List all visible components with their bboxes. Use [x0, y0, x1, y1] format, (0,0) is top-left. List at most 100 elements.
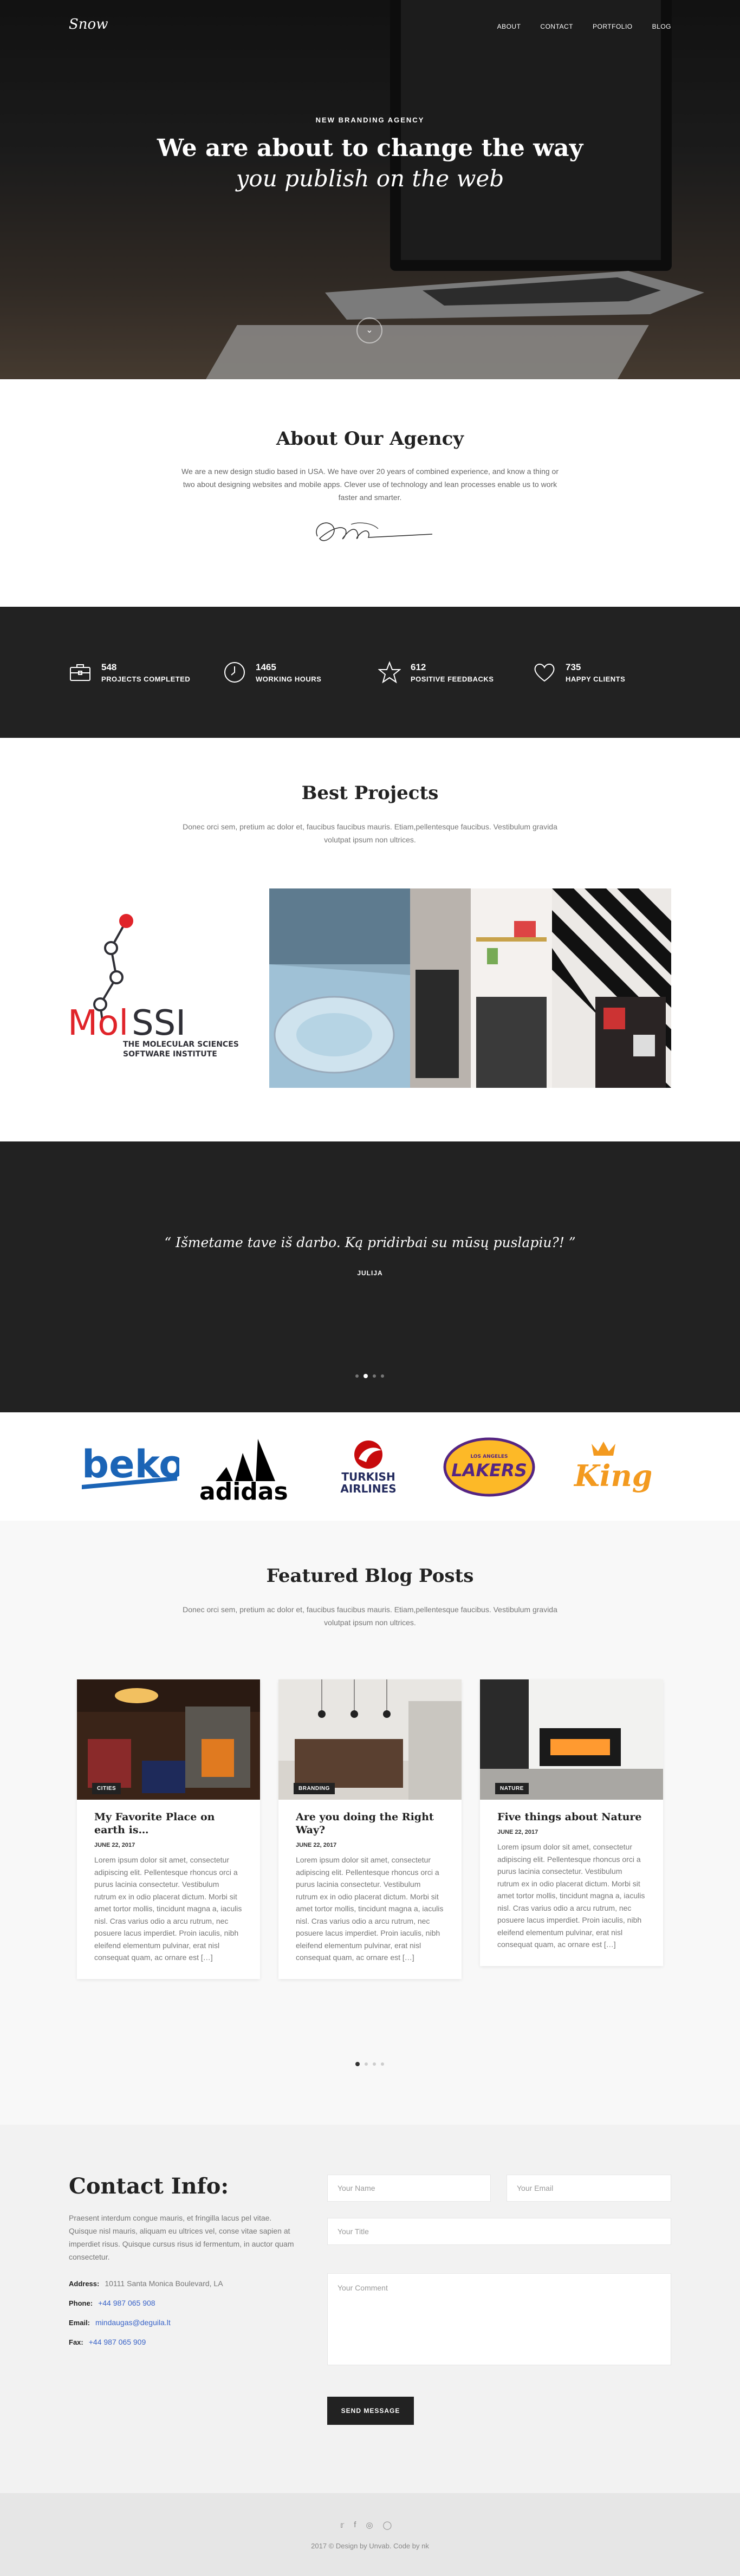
king-wordmark: King — [573, 1458, 651, 1493]
lakers-top-text: LOS ANGELES — [470, 1454, 508, 1459]
blog-pagination — [355, 2062, 384, 2066]
title-input[interactable] — [327, 2218, 671, 2245]
testimonial-quote-text: Išmetame tave iš darbo. Ką pridirbai su … — [176, 1235, 564, 1250]
blog-card-excerpt: Lorem ipsum dolor sit amet, consectetur … — [497, 1842, 645, 1949]
project-interior-photo[interactable] — [471, 888, 671, 1088]
blog-title: Featured Blog Posts — [266, 1565, 474, 1587]
blog-card-title[interactable]: Five things about Nature — [480, 1800, 663, 1824]
email-input[interactable] — [507, 2175, 671, 2202]
adidas-logo[interactable]: adidas — [199, 1431, 300, 1501]
pagination-dot[interactable] — [373, 1374, 376, 1378]
contact-address: Address: 10111 Santa Monica Boulevard, LA — [69, 2279, 223, 2288]
pagination-dot[interactable] — [373, 2062, 376, 2066]
stat-clients: 735 HAPPY CLIENTS — [533, 661, 625, 684]
blog-section: Featured Blog Posts Donec orci sem, pret… — [0, 1521, 740, 2125]
molssi-line2: SOFTWARE INSTITUTE — [123, 1050, 217, 1059]
king-logo[interactable]: King — [570, 1437, 651, 1497]
hero-section: Snow ABOUT CONTACT PORTFOLIO BLOG NEW BR… — [0, 0, 740, 379]
pagination-dot[interactable] — [381, 2062, 384, 2066]
blog-card-date: JUNE 22, 2017 — [296, 1842, 337, 1848]
blog-card-tag[interactable]: BRANDING — [294, 1783, 335, 1794]
blog-card[interactable]: NATURE Five things about Nature JUNE 22,… — [480, 1679, 663, 1966]
blog-card-date: JUNE 22, 2017 — [497, 1829, 538, 1835]
stat-value: 548 — [101, 661, 117, 672]
testimonial-quote: “ Išmetame tave iš darbo. Ką pridirbai s… — [164, 1235, 576, 1250]
blog-card-title[interactable]: Are you doing the Right Way? — [278, 1800, 462, 1837]
instagram-icon[interactable]: ◯ — [383, 2520, 392, 2530]
contact-title: Contact Info: — [69, 2173, 229, 2199]
molssi-brand-left: Mol — [69, 1003, 128, 1043]
turkish-airlines-logo[interactable]: TURKISH AIRLINES — [330, 1435, 406, 1495]
site-logo[interactable]: Snow — [69, 16, 108, 33]
testimonial-author: JULIJA — [357, 1269, 383, 1277]
pagination-dot-active[interactable] — [363, 1374, 368, 1378]
clients-section: beko adidas TURKISH AIRLINES LOS ANGELES… — [0, 1412, 740, 1521]
blog-card-tag[interactable]: CITIES — [92, 1783, 121, 1794]
blog-text: Donec orci sem, pretium ac dolor et, fau… — [183, 1605, 557, 1627]
hero-kicker: NEW BRANDING AGENCY — [315, 116, 425, 124]
contact-phone: Phone: +44 987 065 908 — [69, 2299, 155, 2307]
contact-fax: Fax: +44 987 065 909 — [69, 2338, 146, 2346]
social-links: 𝕣 f ◎ ◯ — [340, 2520, 392, 2530]
comment-textarea[interactable] — [327, 2273, 671, 2365]
projects-title: Best Projects — [301, 782, 439, 804]
phone-link[interactable]: +44 987 065 908 — [98, 2299, 155, 2307]
pagination-dot-active[interactable] — [355, 2062, 360, 2066]
stat-value: 735 — [566, 661, 581, 672]
scroll-down-button[interactable]: ⌄ — [356, 317, 382, 343]
molssi-logo: Mol SSI THE MOLECULAR SCIENCES SOFTWARE … — [69, 914, 239, 1059]
facebook-icon[interactable]: f — [354, 2520, 356, 2530]
dribbble-icon[interactable]: ◎ — [366, 2520, 373, 2530]
blog-card-date: JUNE 22, 2017 — [94, 1842, 135, 1848]
beko-logo[interactable]: beko — [80, 1435, 179, 1495]
signature-image — [316, 522, 432, 541]
star-icon — [378, 661, 401, 684]
blog-card-image[interactable]: NATURE — [480, 1679, 663, 1800]
turkish-wordmark-2: AIRLINES — [340, 1482, 396, 1495]
turkish-wordmark-1: TURKISH — [341, 1470, 395, 1483]
send-message-button[interactable]: SEND MESSAGE — [327, 2397, 414, 2425]
hero-subtitle: you publish on the web — [236, 165, 504, 192]
adidas-wordmark: adidas — [199, 1478, 288, 1501]
name-input[interactable] — [327, 2175, 491, 2202]
stat-value: 1465 — [256, 661, 276, 672]
email-link[interactable]: mindaugas@deguila.lt — [95, 2318, 171, 2327]
lakers-wordmark: LAKERS — [451, 1460, 527, 1481]
stat-hours: 1465 WORKING HOURS — [223, 661, 321, 684]
stat-label: HAPPY CLIENTS — [566, 674, 626, 683]
lakers-logo[interactable]: LOS ANGELES LAKERS — [443, 1437, 535, 1497]
heart-icon — [534, 664, 555, 682]
pagination-dot[interactable] — [365, 2062, 368, 2066]
crafts-image — [269, 888, 471, 1088]
nav-link-contact[interactable]: CONTACT — [540, 23, 573, 30]
fax-label: Fax: — [69, 2338, 83, 2346]
blog-card-title[interactable]: My Favorite Place on earth is… — [77, 1800, 260, 1837]
stat-projects: 548 PROJECTS COMPLETED — [69, 661, 190, 684]
project-molssi[interactable]: Mol SSI THE MOLECULAR SCIENCES SOFTWARE … — [69, 888, 269, 1088]
stat-value: 612 — [411, 661, 426, 672]
nav-link-blog[interactable]: BLOG — [652, 23, 671, 30]
testimonial-pagination — [355, 1374, 384, 1378]
about-title: About Our Agency — [276, 428, 464, 450]
nav-link-portfolio[interactable]: PORTFOLIO — [593, 23, 633, 30]
pagination-dot[interactable] — [381, 1374, 384, 1378]
molssi-brand-right: SSI — [132, 1003, 186, 1043]
blog-card-image[interactable]: BRANDING — [278, 1679, 462, 1800]
email-label: Email: — [69, 2319, 90, 2327]
about-text: We are a new design studio based in USA.… — [181, 467, 559, 502]
project-crafts-photo[interactable] — [269, 888, 471, 1088]
blog-card-image[interactable]: CITIES — [77, 1679, 260, 1800]
footer: 𝕣 f ◎ ◯ 2017 © Design by Unvab. Code by … — [0, 2493, 740, 2576]
blog-card[interactable]: BRANDING Are you doing the Right Way? JU… — [278, 1679, 462, 1979]
address-label: Address: — [69, 2280, 100, 2288]
blog-card[interactable]: CITIES My Favorite Place on earth is… JU… — [77, 1679, 260, 1979]
pagination-dot[interactable] — [355, 1374, 359, 1378]
contact-section: Contact Info: Praesent interdum congue m… — [0, 2125, 740, 2493]
fax-link[interactable]: +44 987 065 909 — [89, 2338, 146, 2346]
chevron-down-icon: ⌄ — [366, 326, 373, 335]
nav-link-about[interactable]: ABOUT — [497, 23, 521, 30]
twitter-icon[interactable]: 𝕣 — [340, 2520, 344, 2530]
testimonial-section: “ Išmetame tave iš darbo. Ką pridirbai s… — [0, 1141, 740, 1412]
stats-section: 548 PROJECTS COMPLETED 1465 WORKING HOURS … — [0, 607, 740, 738]
blog-card-tag[interactable]: NATURE — [495, 1783, 529, 1794]
